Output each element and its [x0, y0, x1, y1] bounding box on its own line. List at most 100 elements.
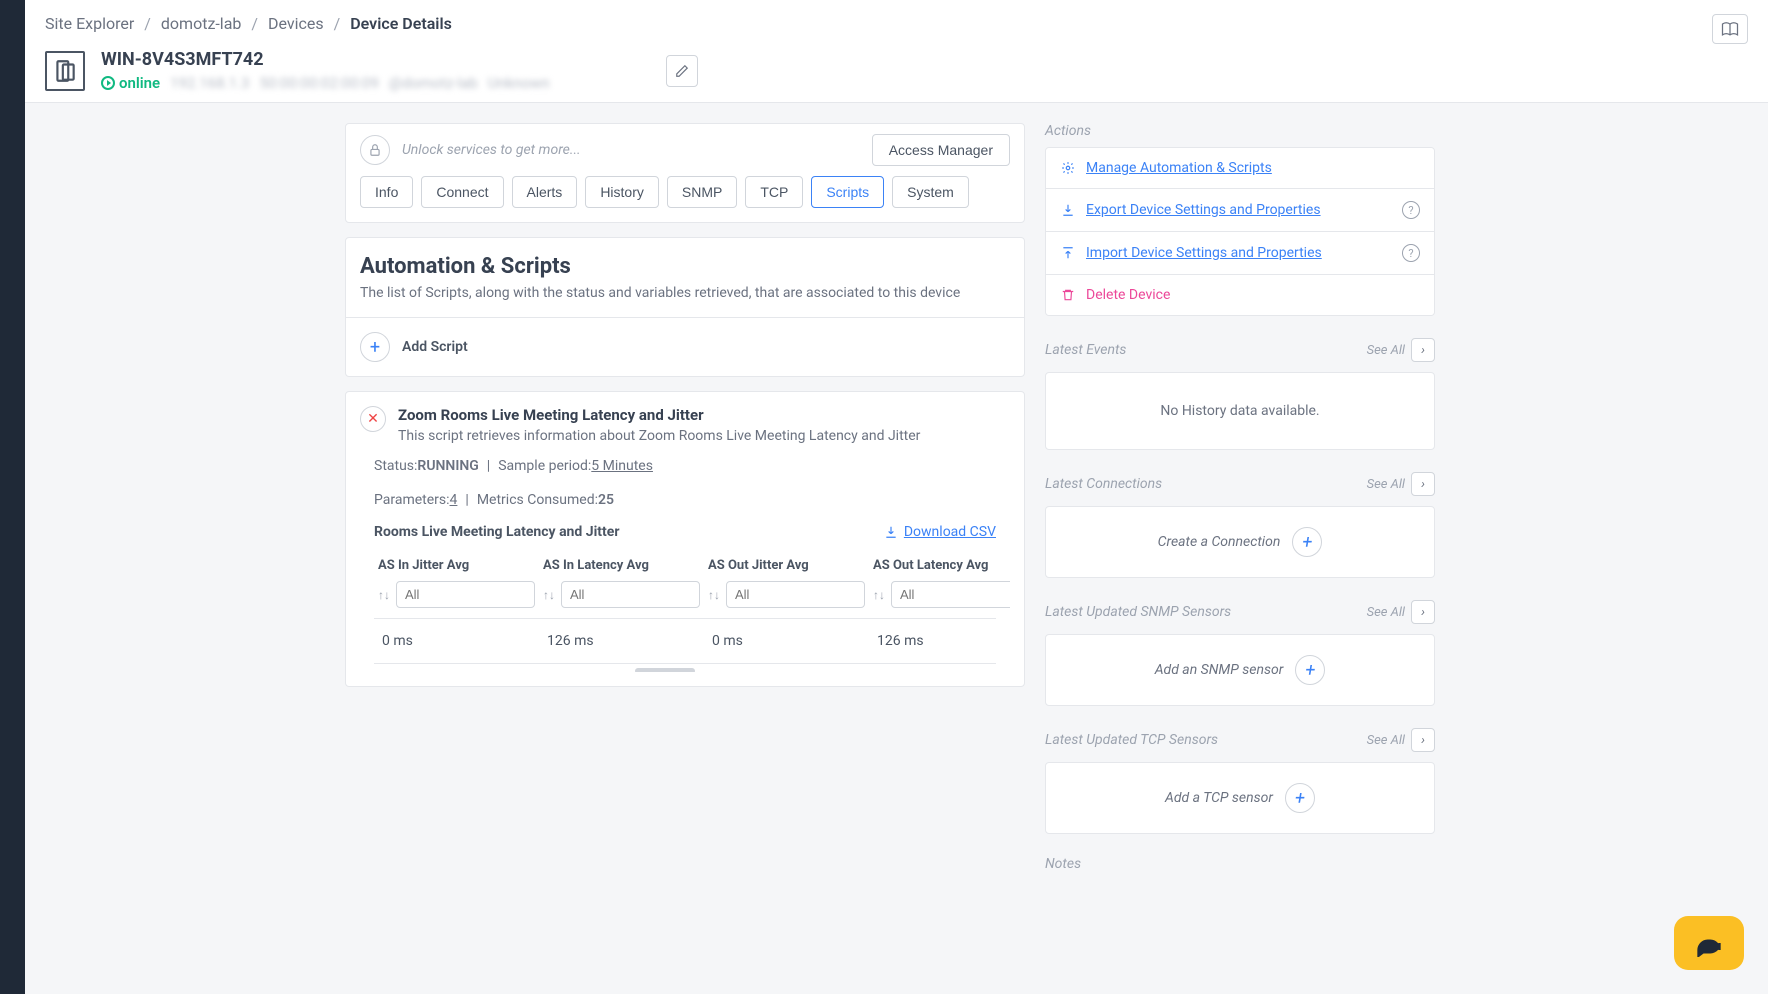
params-link[interactable]: 4 [450, 492, 458, 508]
chat-button[interactable] [1674, 916, 1744, 970]
add-tcp-sensor-button[interactable]: Add a TCP sensor + [1165, 783, 1315, 813]
tab-info[interactable]: Info [360, 176, 413, 208]
help-icon[interactable]: ? [1402, 244, 1420, 262]
add-tcp-label: Add a TCP sensor [1165, 790, 1273, 806]
events-empty-text: No History data available. [1160, 403, 1319, 419]
sort-icon[interactable]: ↑↓ [708, 588, 720, 602]
action-label: Export Device Settings and Properties [1086, 202, 1321, 218]
create-connection-button[interactable]: Create a Connection + [1158, 527, 1323, 557]
tab-alerts[interactable]: Alerts [512, 176, 578, 208]
plus-icon: + [1295, 655, 1325, 685]
status-label: Status: [374, 458, 417, 474]
device-ip: 192.168.1.3 [170, 74, 249, 92]
add-snmp-sensor-button[interactable]: Add an SNMP sensor + [1155, 655, 1326, 685]
access-manager-button[interactable]: Access Manager [872, 134, 1010, 166]
section-desc: The list of Scripts, along with the stat… [360, 285, 1010, 301]
events-title: Latest Events [1045, 342, 1126, 358]
table-cell: 126 ms [539, 619, 704, 663]
action-import-settings[interactable]: Import Device Settings and Properties ? [1046, 232, 1434, 275]
see-all-connections[interactable]: See All › [1367, 472, 1435, 496]
tab-snmp[interactable]: SNMP [667, 176, 737, 208]
help-icon[interactable]: ? [1402, 201, 1420, 219]
plus-icon: + [360, 332, 390, 362]
table-title: Rooms Live Meeting Latency and Jitter [374, 524, 619, 540]
download-csv-link[interactable]: Download CSV [884, 524, 996, 540]
tcp-sensors-title: Latest Updated TCP Sensors [1045, 732, 1218, 748]
tab-tcp[interactable]: TCP [745, 176, 803, 208]
actions-title: Actions [1045, 123, 1435, 139]
see-all-label: See All [1367, 343, 1405, 358]
breadcrumb-lab[interactable]: domotz-lab [161, 14, 241, 33]
download-icon [1060, 203, 1076, 217]
action-label: Manage Automation & Scripts [1086, 160, 1272, 176]
edit-device-button[interactable] [666, 55, 698, 87]
see-all-snmp[interactable]: See All › [1367, 600, 1435, 624]
breadcrumb-sep: / [251, 14, 258, 33]
status-icon [101, 76, 115, 90]
nav-sidebar [0, 0, 25, 994]
see-all-label: See All [1367, 605, 1405, 620]
add-script-button[interactable]: + Add Script [346, 317, 1024, 376]
breadcrumb-sep: / [334, 14, 341, 33]
trash-icon [1060, 288, 1076, 302]
sort-icon[interactable]: ↑↓ [378, 588, 390, 602]
filter-input[interactable] [726, 581, 865, 608]
plus-icon: + [1285, 783, 1315, 813]
breadcrumb-sep: / [144, 14, 151, 33]
script-title: Zoom Rooms Live Meeting Latency and Jitt… [398, 406, 920, 424]
snmp-sensors-title: Latest Updated SNMP Sensors [1045, 604, 1231, 620]
breadcrumb-site-explorer[interactable]: Site Explorer [45, 14, 134, 33]
tab-system[interactable]: System [892, 176, 969, 208]
col-header: AS In Latency Avg [539, 550, 704, 581]
lock-icon [360, 135, 390, 165]
params-label: Parameters: [374, 492, 450, 508]
unlock-text: Unlock services to get more... [402, 142, 581, 158]
see-all-tcp[interactable]: See All › [1367, 728, 1435, 752]
breadcrumb: Site Explorer / domotz-lab / Devices / D… [45, 14, 1748, 33]
chevron-right-icon: › [1411, 338, 1435, 362]
docs-button[interactable] [1712, 14, 1748, 44]
tab-history[interactable]: History [585, 176, 659, 208]
see-all-events[interactable]: See All › [1367, 338, 1435, 362]
page-header: Site Explorer / domotz-lab / Devices / D… [25, 0, 1768, 103]
action-delete-device[interactable]: Delete Device [1046, 275, 1434, 315]
upload-icon [1060, 246, 1076, 260]
tab-connect[interactable]: Connect [421, 176, 503, 208]
chevron-right-icon: › [1411, 728, 1435, 752]
metrics-value: 25 [598, 492, 614, 508]
sort-icon[interactable]: ↑↓ [543, 588, 555, 602]
status-text: online [119, 74, 160, 92]
section-title: Automation & Scripts [360, 254, 1010, 279]
see-all-label: See All [1367, 477, 1405, 492]
filter-input[interactable] [891, 581, 1010, 608]
status-badge: online [101, 74, 160, 92]
horizontal-scrollbar[interactable] [374, 664, 996, 672]
device-vendor: Unknown [488, 74, 550, 92]
sort-icon[interactable]: ↑↓ [873, 588, 885, 602]
create-connection-label: Create a Connection [1158, 534, 1281, 550]
col-header: AS In Jitter Avg [374, 550, 539, 581]
remove-script-button[interactable]: ✕ [360, 406, 386, 432]
tab-scripts[interactable]: Scripts [811, 176, 884, 208]
add-script-label: Add Script [402, 339, 468, 355]
device-name: WIN-8V4S3MFT742 [101, 49, 550, 70]
action-label: Delete Device [1086, 287, 1170, 303]
table-cell: 0 ms [374, 619, 539, 663]
chevron-right-icon: › [1411, 472, 1435, 496]
script-desc: This script retrieves information about … [398, 428, 920, 444]
filter-input[interactable] [396, 581, 535, 608]
filter-input[interactable] [561, 581, 700, 608]
metrics-label: Metrics Consumed: [477, 492, 598, 508]
download-csv-label: Download CSV [904, 524, 996, 540]
device-type-icon [45, 51, 85, 91]
status-value: RUNNING [417, 458, 478, 474]
device-mac: 50:00:00:02:00:09 [259, 74, 378, 92]
action-manage-scripts[interactable]: Manage Automation & Scripts [1046, 148, 1434, 189]
gear-icon [1060, 161, 1076, 175]
table-cell: 0 ms [704, 619, 869, 663]
breadcrumb-devices[interactable]: Devices [268, 14, 324, 33]
action-export-settings[interactable]: Export Device Settings and Properties ? [1046, 189, 1434, 232]
sample-period-link[interactable]: 5 Minutes [591, 458, 653, 474]
connections-title: Latest Connections [1045, 476, 1162, 492]
notes-title: Notes [1045, 856, 1435, 872]
